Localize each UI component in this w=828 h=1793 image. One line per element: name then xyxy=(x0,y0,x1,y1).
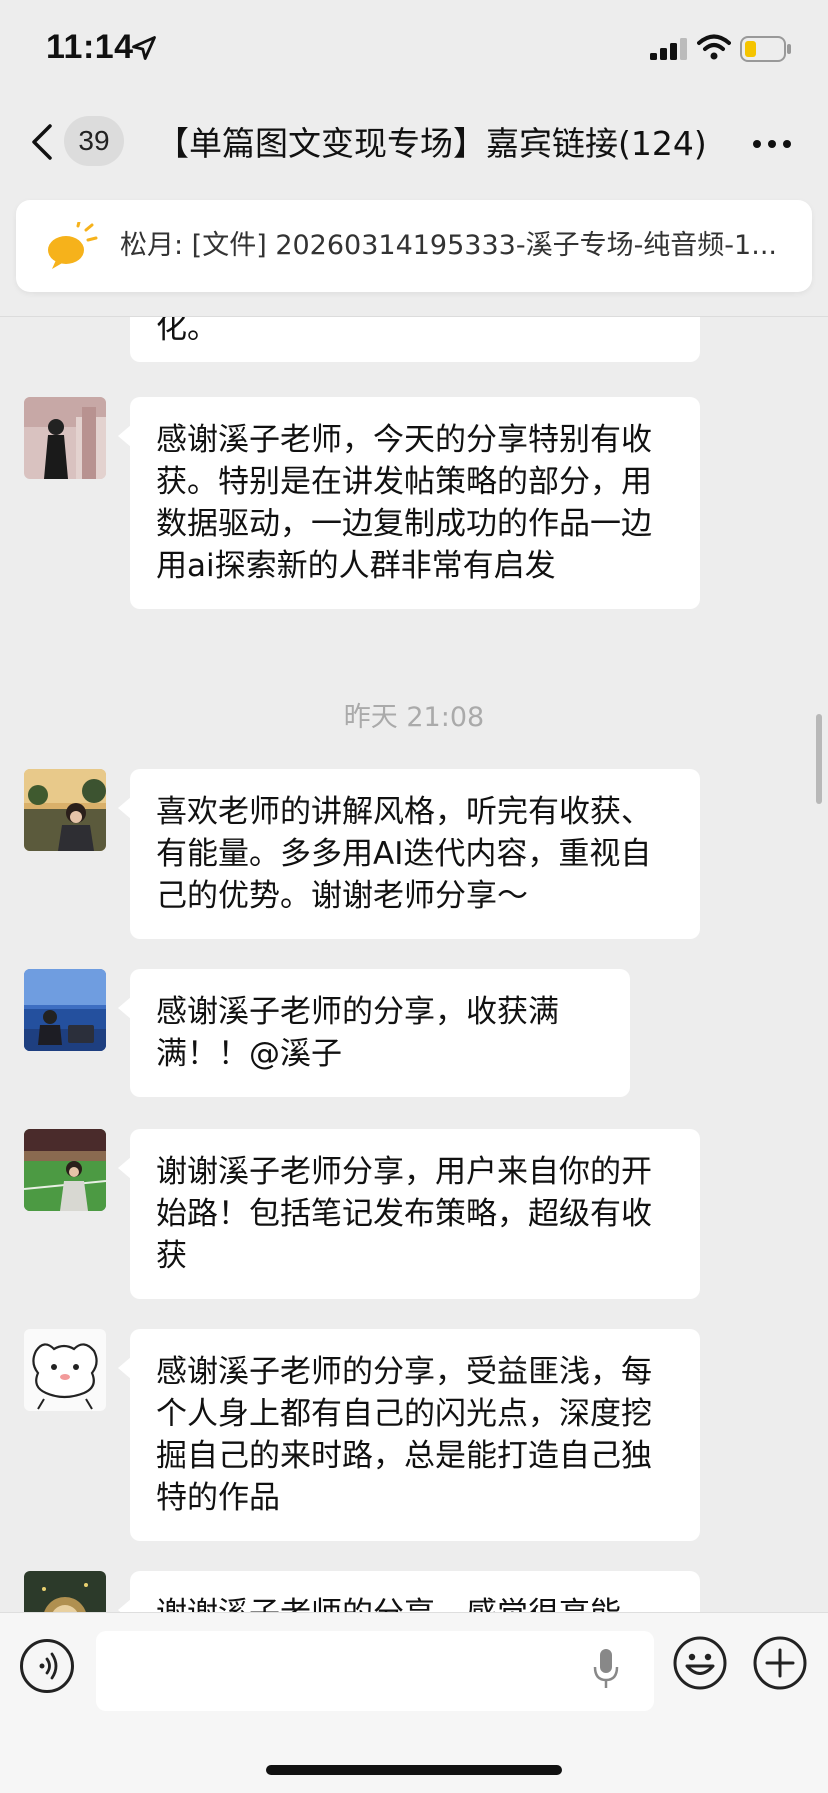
message-bubble[interactable]: 感谢溪子老师，今天的分享特别有收获。特别是在讲发帖策略的部分，用数据驱动，一边复… xyxy=(118,397,700,609)
status-bar: 11:14 xyxy=(0,0,828,100)
message-text: 感谢溪子老师，今天的分享特别有收获。特别是在讲发帖策略的部分，用数据驱动，一边复… xyxy=(156,422,652,584)
back-chevron-icon[interactable] xyxy=(28,122,56,162)
message-text: 喜欢老师的讲解风格，听完有收获、有能量。多多用AI迭代内容，重视自己的优势。谢谢… xyxy=(156,794,652,914)
message-bubble[interactable]: 谢谢溪子老师分享，用户来自你的开始路！包括笔记发布策略，超级有收获 xyxy=(118,1129,700,1299)
more-options-icon[interactable] xyxy=(752,138,792,150)
voice-input-button[interactable] xyxy=(20,1639,74,1693)
status-time: 11:14 xyxy=(46,28,134,66)
message-text: 感谢溪子老师的分享，受益匪浅，每个人身上都有自己的闪光点，深度挖掘自己的来时路，… xyxy=(156,1354,652,1516)
location-arrow-icon xyxy=(132,36,156,60)
message-text: 化。 xyxy=(156,317,218,346)
home-indicator[interactable] xyxy=(266,1765,562,1775)
chat-header: 39 【单篇图文变现专场】嘉宾链接(124) xyxy=(0,100,828,190)
message-bubble[interactable]: 谢谢溪子老师的分享，感觉很高能 xyxy=(118,1571,700,1612)
message-list[interactable]: 化。 感谢溪子老师，今天的分享特别有收获。特别是在讲发帖策略的部分，用数据驱动，… xyxy=(0,317,828,1612)
battery-icon xyxy=(740,36,791,62)
cellular-signal-icon xyxy=(650,38,687,60)
message-text: 谢谢溪子老师的分享，感觉很高能 xyxy=(156,1596,621,1612)
message-text: 谢谢溪子老师分享，用户来自你的开始路！包括笔记发布策略，超级有收获 xyxy=(156,1154,652,1274)
scrollbar-thumb[interactable] xyxy=(816,714,822,804)
announcement-icon xyxy=(48,222,98,269)
message-bubble[interactable]: 感谢溪子老师的分享，受益匪浅，每个人身上都有自己的闪光点，深度挖掘自己的来时路，… xyxy=(118,1329,700,1541)
input-bar xyxy=(0,1612,828,1793)
message-bubble[interactable]: 喜欢老师的讲解风格，听完有收获、有能量。多多用AI迭代内容，重视自己的优势。谢谢… xyxy=(118,769,700,939)
avatar[interactable] xyxy=(24,1329,106,1411)
emoji-icon[interactable] xyxy=(672,1635,728,1691)
plus-icon[interactable] xyxy=(752,1635,808,1691)
wifi-icon xyxy=(697,34,731,60)
voice-wave-icon xyxy=(39,1652,58,1680)
message-input[interactable] xyxy=(96,1631,654,1711)
pinned-message-banner[interactable]: 松月: [文件] 20260314195333-溪子专场-纯音频-1... xyxy=(16,200,812,292)
message-bubble[interactable]: 化。 xyxy=(130,317,700,362)
avatar[interactable] xyxy=(24,969,106,1051)
chat-title: 【单篇图文变现专场】嘉宾链接(124) xyxy=(156,124,707,163)
message-text: 感谢溪子老师的分享，收获满满！！@溪子 xyxy=(156,994,559,1072)
microphone-icon[interactable] xyxy=(592,1647,620,1691)
avatar[interactable] xyxy=(24,1571,106,1612)
avatar[interactable] xyxy=(24,397,106,479)
pinned-message-text: 松月: [文件] 20260314195333-溪子专场-纯音频-1... xyxy=(120,230,777,261)
message-timestamp: 昨天 21:08 xyxy=(343,702,485,733)
avatar[interactable] xyxy=(24,1129,106,1211)
avatar[interactable] xyxy=(24,769,106,851)
unread-count-badge[interactable]: 39 xyxy=(64,116,124,166)
message-bubble[interactable]: 感谢溪子老师的分享，收获满满！！@溪子 xyxy=(118,969,630,1097)
